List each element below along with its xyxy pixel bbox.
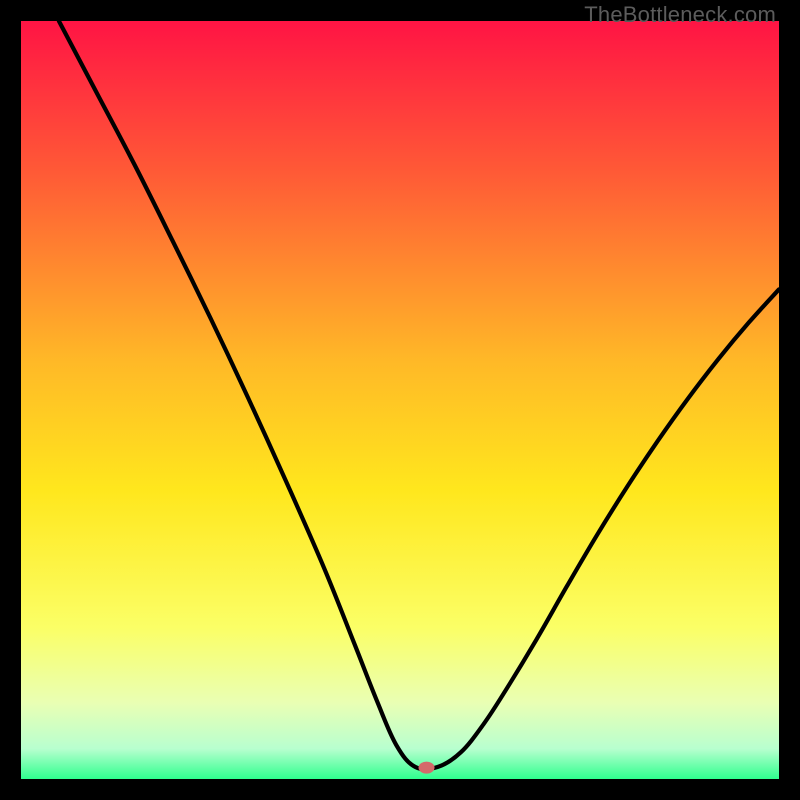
current-point-marker [419, 762, 435, 774]
watermark-text: TheBottleneck.com [584, 2, 776, 28]
gradient-background [21, 21, 779, 779]
chart-frame [21, 21, 779, 779]
bottleneck-chart [21, 21, 779, 779]
